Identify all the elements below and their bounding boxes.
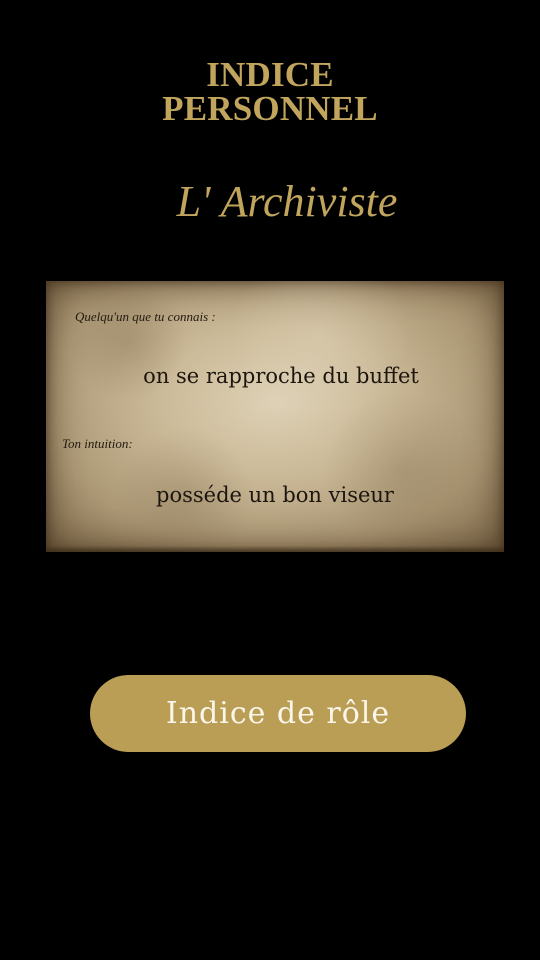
contact-clue-text: on se rapproche du buffet [143,364,419,388]
intuition-clue-text: posséde un bon viseur [156,483,394,507]
page-title: INDICE PERSONNEL [0,55,540,128]
clue-parchment-card: Quelqu'un que tu connais : on se rapproc… [46,281,504,552]
role-clue-button[interactable]: Indice de rôle [90,675,466,752]
intuition-label: Ton intuition: [62,436,133,451]
title-line-1: INDICE [206,55,334,94]
contact-label: Quelqu'un que tu connais : [75,309,216,324]
character-name: L' Archiviste [176,177,398,226]
title-line-2: PERSONNEL [162,89,378,128]
